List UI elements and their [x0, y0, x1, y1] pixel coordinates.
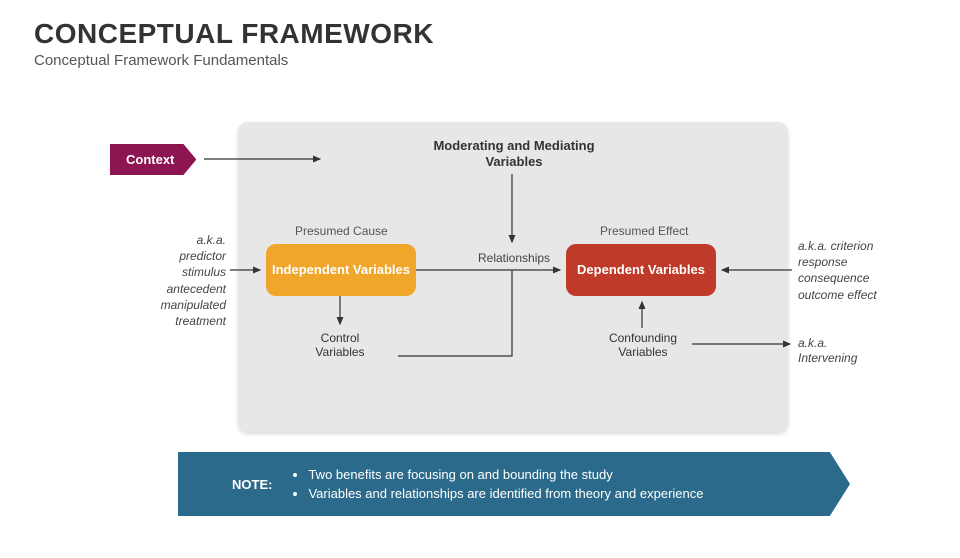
- aka-right-line: a.k.a. criterion: [798, 238, 918, 254]
- independent-variables-box: Independent Variables: [266, 244, 416, 296]
- aka-left-line: antecedent: [128, 281, 226, 297]
- context-tag: Context: [110, 144, 196, 175]
- aka-left-line: predictor: [128, 248, 226, 264]
- note-bullet: Variables and relationships are identifi…: [308, 484, 703, 504]
- aka-predictor-list: a.k.a. predictor stimulus antecedent man…: [128, 232, 226, 329]
- note-list: Two benefits are focusing on and boundin…: [290, 465, 703, 504]
- aka-left-line: manipulated: [128, 297, 226, 313]
- aka-intervening-list: a.k.a. Intervening: [798, 336, 898, 366]
- note-bar: NOTE: Two benefits are focusing on and b…: [178, 452, 850, 516]
- page-title: CONCEPTUAL FRAMEWORK: [34, 18, 960, 50]
- dependent-variables-box: Dependent Variables: [566, 244, 716, 296]
- control-variables-label: Control Variables: [300, 331, 380, 360]
- aka-left-line: treatment: [128, 313, 226, 329]
- page-subtitle: Conceptual Framework Fundamentals: [34, 52, 960, 69]
- aka-intervening-line: a.k.a.: [798, 336, 898, 351]
- note-label: NOTE:: [232, 477, 272, 492]
- aka-intervening-line: Intervening: [798, 351, 898, 366]
- aka-right-line: response: [798, 254, 918, 270]
- aka-left-line: a.k.a.: [128, 232, 226, 248]
- confounding-variables-label: Confounding Variables: [598, 331, 688, 360]
- aka-right-line: outcome effect: [798, 287, 918, 303]
- presumed-cause-label: Presumed Cause: [295, 224, 388, 238]
- aka-right-line: consequence: [798, 270, 918, 286]
- relationships-label: Relationships: [478, 251, 550, 265]
- note-bullet: Two benefits are focusing on and boundin…: [308, 465, 703, 485]
- presumed-effect-label: Presumed Effect: [600, 224, 689, 238]
- aka-left-line: stimulus: [128, 264, 226, 280]
- moderating-label: Moderating and Mediating Variables: [414, 138, 614, 171]
- aka-criterion-list: a.k.a. criterion response consequence ou…: [798, 238, 918, 303]
